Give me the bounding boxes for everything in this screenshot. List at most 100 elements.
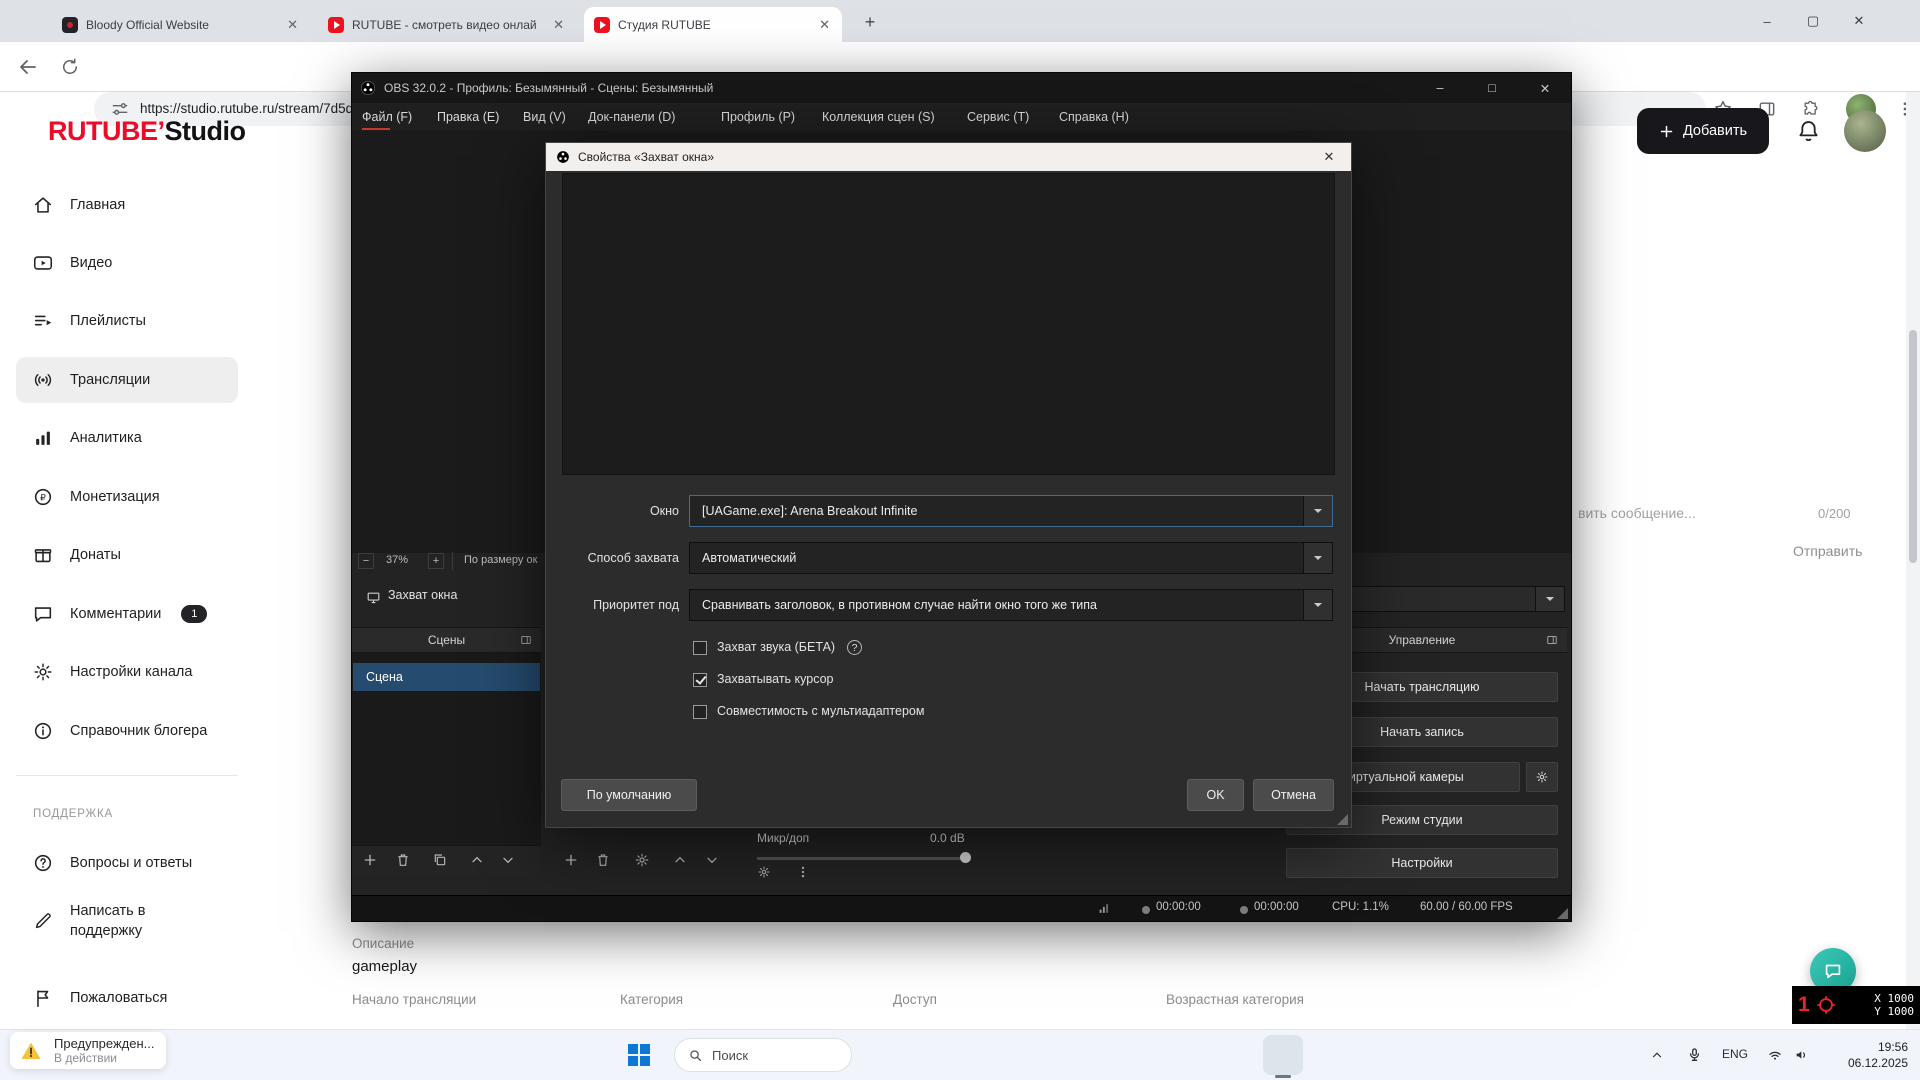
sidebar-item-streams[interactable]: Трансляции (16, 357, 238, 403)
start-button[interactable] (628, 1044, 650, 1066)
tab-close-icon[interactable]: ✕ (285, 15, 300, 35)
preview-zoom-out-button[interactable]: − (358, 553, 374, 569)
tab-close-icon[interactable]: ✕ (817, 15, 832, 35)
tab-rutube[interactable]: RUTUBE - смотреть видео онлай ✕ (318, 7, 576, 42)
menu-edit[interactable]: Правка (E) (437, 103, 499, 131)
preview-fit-button[interactable]: По размеру ок (464, 554, 537, 566)
obs-minimize-button[interactable]: – (1418, 73, 1462, 103)
ok-button[interactable]: OK (1187, 779, 1244, 811)
window-minimize-button[interactable]: – (1744, 0, 1790, 42)
source-properties-gear-icon[interactable] (634, 852, 650, 868)
sidebar-item-donations[interactable]: Донаты (16, 532, 238, 578)
menu-scene-collection[interactable]: Коллекция сцен (S) (822, 103, 935, 131)
chat-message-input[interactable]: вить сообщение... (1578, 505, 1696, 521)
mixer-db-level: 0.0 dB (930, 831, 965, 845)
source-move-down-icon[interactable] (704, 852, 720, 868)
scene-item-selected[interactable]: Сцена (353, 663, 540, 691)
sidebar-item-home[interactable]: Главная (16, 182, 238, 228)
virtual-camera-settings-button[interactable] (1526, 762, 1558, 792)
tab-bloody[interactable]: Bloody Official Website ✕ (52, 7, 310, 42)
sidebar-item-analytics[interactable]: Аналитика (16, 415, 238, 461)
dropdown-caret-icon[interactable] (1303, 543, 1332, 573)
sidebar-item-guide[interactable]: Справочник блогера (16, 708, 238, 754)
obs-close-button[interactable]: ✕ (1523, 73, 1567, 103)
record-status-dot (1142, 906, 1150, 914)
tab-rutube-studio[interactable]: Студия RUTUBE ✕ (584, 7, 842, 42)
capture-cursor-checkbox[interactable] (693, 673, 707, 687)
home-icon (32, 194, 54, 216)
sidebar-item-video[interactable]: Видео (16, 240, 238, 286)
obs-titlebar[interactable]: OBS 32.0.2 - Профиль: Безымянный - Сцены… (352, 73, 1571, 103)
tab-close-icon[interactable]: ✕ (551, 15, 566, 35)
sidebar-item-monetization[interactable]: ₽ Монетизация (16, 474, 238, 520)
description-value: gameplay (352, 958, 417, 975)
settings-button[interactable]: Настройки (1286, 848, 1558, 878)
capture-method-value: Автоматический (702, 543, 1298, 573)
window-close-button[interactable]: ✕ (1836, 0, 1882, 42)
tray-clock[interactable]: 19:56 06.12.2025 (1828, 1039, 1908, 1071)
capture-method-dropdown[interactable]: Автоматический (689, 542, 1333, 574)
add-button[interactable]: Добавить (1637, 108, 1769, 154)
menu-tools[interactable]: Сервис (T) (967, 103, 1029, 131)
scene-remove-trash-icon[interactable] (395, 852, 411, 868)
sidebar-item-channel-settings[interactable]: Настройки канала (16, 649, 238, 695)
window-select-dropdown[interactable]: [UAGame.exe]: Arena Breakout Infinite (689, 495, 1333, 527)
source-add-icon[interactable] (563, 852, 579, 868)
dropdown-caret-icon[interactable] (1303, 590, 1332, 620)
page-scrollbar-thumb[interactable] (1909, 330, 1917, 563)
new-tab-button[interactable]: + (856, 8, 884, 36)
match-priority-dropdown[interactable]: Сравнивать заголовок, в противном случае… (689, 589, 1333, 621)
window-maximize-button[interactable]: ▢ (1790, 0, 1836, 42)
mixer-kebab-menu-icon[interactable] (796, 865, 810, 879)
dialog-resize-grip[interactable] (1337, 814, 1348, 825)
reload-icon[interactable] (60, 57, 80, 77)
back-icon[interactable] (16, 55, 40, 79)
chat-send-button[interactable]: Отправить (1793, 543, 1862, 559)
source-item-window-capture[interactable]: Захват окна (388, 588, 457, 602)
notifications-bell-icon[interactable] (1795, 117, 1822, 144)
menu-file[interactable]: Файл (F) (362, 103, 412, 131)
tray-language-indicator[interactable]: ENG (1722, 1047, 1748, 1061)
obs-resize-grip[interactable] (1557, 908, 1568, 919)
scene-duplicate-icon[interactable] (432, 852, 448, 868)
defaults-button[interactable]: По умолчанию (561, 779, 697, 811)
sidebar-item-report[interactable]: Пожаловаться (16, 975, 238, 1021)
dialog-titlebar[interactable]: Свойства «Захват окна» ✕ (546, 143, 1351, 171)
obs-maximize-button[interactable]: □ (1470, 73, 1514, 103)
capture-audio-checkbox[interactable] (693, 641, 707, 655)
sidebar-item-playlists[interactable]: Плейлисты (16, 298, 238, 344)
scene-move-up-icon[interactable] (469, 852, 485, 868)
tray-microphone-icon[interactable] (1686, 1046, 1703, 1064)
menu-help[interactable]: Справка (H) (1059, 103, 1129, 131)
mixer-slider-handle[interactable] (960, 852, 971, 863)
multiadapter-checkbox[interactable] (693, 705, 707, 719)
help-icon[interactable]: ? (847, 640, 862, 655)
dropdown-caret-icon[interactable] (1303, 496, 1332, 526)
sidebar-item-questions[interactable]: Вопросы и ответы (16, 840, 238, 886)
sidebar-item-write-support[interactable]: Написать в поддержку (16, 890, 238, 952)
tray-volume-icon[interactable] (1793, 1047, 1811, 1063)
preview-zoom-in-button[interactable]: + (428, 553, 444, 569)
menu-profile[interactable]: Профиль (P) (721, 103, 795, 131)
source-move-up-icon[interactable] (672, 852, 688, 868)
dock-panel-icon[interactable] (520, 634, 532, 646)
studio-profile-avatar[interactable] (1844, 110, 1886, 152)
tray-chevron-up-icon[interactable] (1650, 1048, 1664, 1062)
menu-docks[interactable]: Док-панели (D) (588, 103, 675, 131)
dialog-close-button[interactable]: ✕ (1307, 143, 1351, 171)
sidebar-item-comments[interactable]: Комментарии 1 (16, 591, 238, 637)
taskbar-search-box[interactable]: Поиск (674, 1038, 852, 1072)
dock-panel-icon[interactable] (1546, 634, 1558, 646)
scene-move-down-icon[interactable] (500, 852, 516, 868)
scene-add-icon[interactable] (362, 852, 378, 868)
dropdown-caret-icon[interactable] (1535, 587, 1564, 611)
comments-icon (32, 603, 54, 625)
cancel-button[interactable]: Отмена (1253, 779, 1334, 811)
stream-timer: 00:00:00 (1254, 901, 1299, 913)
mixer-volume-slider[interactable] (757, 857, 969, 860)
tray-wifi-icon[interactable] (1766, 1047, 1784, 1063)
extensions-puzzle-icon[interactable] (1801, 99, 1821, 119)
source-remove-trash-icon[interactable] (595, 852, 611, 868)
menu-view[interactable]: Вид (V) (523, 103, 566, 131)
mixer-settings-gear-icon[interactable] (757, 865, 771, 879)
